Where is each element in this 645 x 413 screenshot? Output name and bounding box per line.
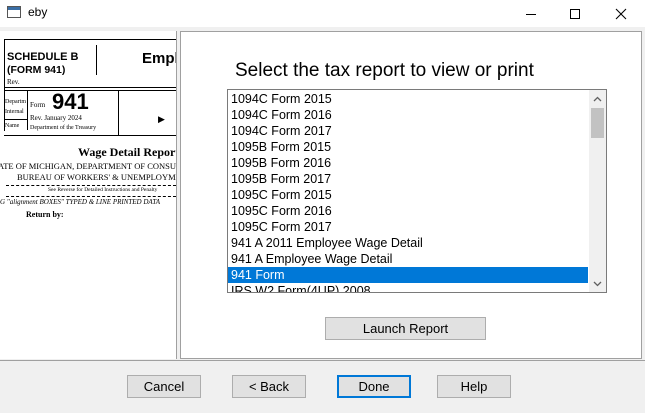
preview-reverse: See Reverse for Detailed Instructions an… — [48, 187, 158, 193]
report-list-item[interactable]: 941 Form — [228, 267, 588, 283]
preview-form-ref: (FORM 941) — [7, 64, 66, 76]
report-list-item[interactable]: 1094C Form 2016 — [228, 107, 588, 123]
preview-internal: Internal — [5, 109, 24, 115]
maximize-button[interactable] — [552, 0, 598, 27]
preview-alignment: G "alignment BOXES" TYPED & LINE PRINTED… — [0, 198, 161, 206]
preview-wage-title: Wage Detail Report — [78, 145, 177, 159]
preview-emp: Empl — [142, 50, 177, 67]
preview-dept: Departm — [5, 99, 26, 105]
preview-treasury: Department of the Treasury — [30, 125, 97, 131]
preview-return-by: Return by: — [26, 210, 64, 219]
report-list-item[interactable]: 1094C Form 2017 — [228, 123, 588, 139]
preview-bureau: BUREAU OF WORKERS' & UNEMPLOYMENT — [17, 172, 177, 182]
list-scrollbar[interactable] — [589, 90, 606, 292]
preview-form-number: 941 — [52, 89, 89, 114]
window-title: eby — [28, 5, 48, 19]
report-list-item[interactable]: 1095C Form 2017 — [228, 219, 588, 235]
back-button[interactable]: < Back — [232, 375, 306, 398]
help-button[interactable]: Help — [437, 375, 511, 398]
report-list-item[interactable]: 1095C Form 2016 — [228, 203, 588, 219]
report-list-item[interactable]: 1095B Form 2015 — [228, 139, 588, 155]
title-bar: eby — [0, 0, 645, 27]
form-preview-panel: SCHEDULE B (FORM 941) Empl Rev. Departm … — [0, 31, 177, 359]
form-preview-image: SCHEDULE B (FORM 941) Empl Rev. Departm … — [0, 39, 177, 259]
report-list-item[interactable]: 941 A 2011 Employee Wage Detail — [228, 235, 588, 251]
dialog-body: SCHEDULE B (FORM 941) Empl Rev. Departm … — [0, 27, 645, 413]
report-list-item[interactable]: 941 A Employee Wage Detail — [228, 251, 588, 267]
preview-state-dept: ATE OF MICHIGAN, DEPARTMENT OF CONSUMER — [0, 161, 177, 171]
report-list-item[interactable]: 1095C Form 2015 — [228, 187, 588, 203]
done-button[interactable]: Done — [337, 375, 411, 398]
page-title: Select the tax report to view or print — [235, 60, 534, 81]
close-button[interactable] — [598, 0, 644, 27]
scroll-thumb[interactable] — [591, 108, 604, 138]
report-list-item[interactable]: 1094C Form 2015 — [228, 91, 588, 107]
report-selection-panel: Select the tax report to view or print 1… — [180, 31, 642, 359]
preview-form-label: Form — [30, 101, 46, 109]
scroll-up-button[interactable] — [589, 90, 606, 107]
minimize-icon — [526, 13, 536, 15]
maximize-icon — [570, 8, 580, 19]
cancel-button[interactable]: Cancel — [127, 375, 201, 398]
report-list: 1094C Form 2015 1094C Form 2016 1094C Form… — [228, 91, 588, 292]
launch-report-button[interactable]: Launch Report — [325, 317, 486, 340]
bottom-divider — [0, 360, 645, 361]
chevron-down-icon — [593, 281, 602, 286]
preview-rev-date: Rev. January 2024 — [30, 114, 82, 122]
preview-arrow-icon: ▶ — [158, 115, 165, 125]
chevron-up-icon — [593, 96, 602, 101]
preview-rev: Rev. — [7, 78, 20, 86]
preview-name: Name — [5, 123, 20, 129]
minimize-button[interactable] — [508, 0, 554, 27]
report-listbox[interactable]: 1094C Form 2015 1094C Form 2016 1094C Form… — [227, 89, 607, 293]
app-icon — [7, 6, 21, 18]
report-list-item[interactable]: 1095B Form 2017 — [228, 171, 588, 187]
scroll-down-button[interactable] — [589, 275, 606, 292]
close-icon — [615, 8, 627, 19]
report-list-item[interactable]: 1095B Form 2016 — [228, 155, 588, 171]
preview-schedule: SCHEDULE B — [7, 51, 79, 63]
report-list-item[interactable]: IRS W2 Form(4UP) 2008 — [228, 283, 588, 292]
